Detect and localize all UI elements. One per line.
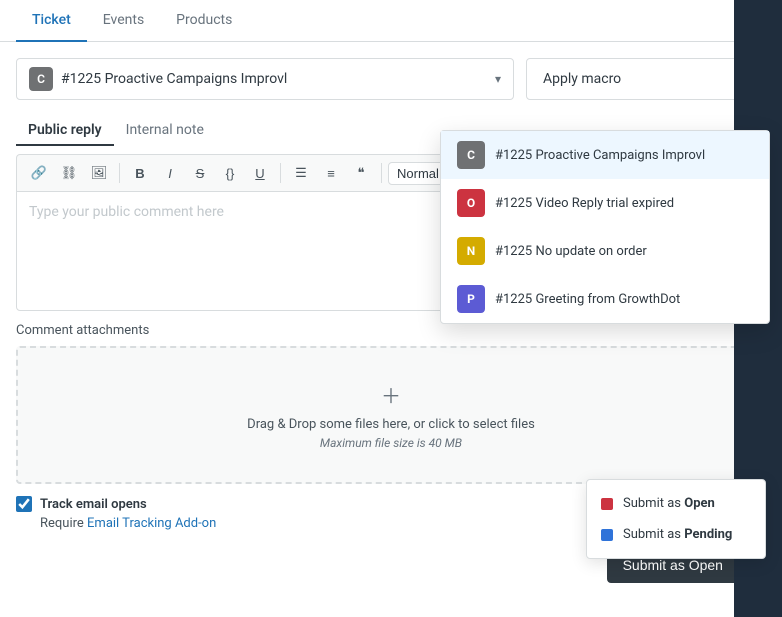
toolbar-separator-3 xyxy=(381,163,382,183)
dd-text-3: #1225 No update on order xyxy=(495,244,647,259)
underline-icon[interactable]: U xyxy=(246,159,274,187)
dd-text-4: #1225 Greeting from GrowthDot xyxy=(495,292,680,307)
open-status-dot xyxy=(601,498,613,510)
italic-icon[interactable]: I xyxy=(156,159,184,187)
drop-subtext: Maximum file size is 40 MB xyxy=(34,436,748,450)
dd-avatar-4: P xyxy=(457,285,485,313)
reply-tab-internal[interactable]: Internal note xyxy=(114,116,216,146)
toolbar-separator-2 xyxy=(280,163,281,183)
drop-text: Drag & Drop some files here, or click to… xyxy=(34,417,748,432)
strikethrough-icon[interactable]: S xyxy=(186,159,214,187)
reply-tab-public[interactable]: Public reply xyxy=(16,116,114,146)
ticket-chevron-icon: ▾ xyxy=(495,72,501,86)
submit-dropdown: Submit as Open Submit as Pending xyxy=(586,479,766,559)
code-icon[interactable]: {} xyxy=(216,159,244,187)
ordered-list-icon[interactable]: ≡ xyxy=(317,159,345,187)
submit-option-open[interactable]: Submit as Open xyxy=(587,488,765,519)
submit-option-pending[interactable]: Submit as Pending xyxy=(587,519,765,550)
ticket-avatar: C xyxy=(29,67,53,91)
track-email-checkbox[interactable] xyxy=(16,496,32,512)
dd-avatar-3: N xyxy=(457,237,485,265)
dropdown-item-3[interactable]: N #1225 No update on order xyxy=(441,227,769,275)
track-email-label: Track email opens xyxy=(40,497,147,512)
pending-status-dot xyxy=(601,529,613,541)
editor-placeholder: Type your public comment here xyxy=(29,204,224,220)
unlink-icon[interactable]: ⛓ xyxy=(55,159,83,187)
macro-selector[interactable]: Apply macro ▾ xyxy=(526,58,766,100)
submit-pending-label: Submit as Pending xyxy=(623,527,732,542)
ticket-name: #1225 Proactive Campaigns Improvl xyxy=(61,71,487,87)
tab-events[interactable]: Events xyxy=(87,0,160,42)
main-tabs: Ticket Events Products xyxy=(0,0,782,42)
submit-open-bold: Open xyxy=(684,496,715,511)
submit-open-label: Submit as Open xyxy=(623,496,715,511)
image-icon[interactable]: 🖼 xyxy=(85,159,113,187)
attachments-label: Comment attachments xyxy=(16,323,766,338)
blockquote-icon[interactable]: ❝ xyxy=(347,159,375,187)
dropdown-item-2[interactable]: O #1225 Video Reply trial expired xyxy=(441,179,769,227)
link-icon[interactable]: 🔗 xyxy=(25,159,53,187)
dd-avatar-2: O xyxy=(457,189,485,217)
top-row: C #1225 Proactive Campaigns Improvl ▾ Ap… xyxy=(16,58,766,100)
track-require-text: Require xyxy=(40,516,87,531)
ticket-dropdown: C #1225 Proactive Campaigns Improvl O #1… xyxy=(440,130,770,324)
dropdown-item-1[interactable]: C #1225 Proactive Campaigns Improvl xyxy=(441,131,769,179)
bullet-list-icon[interactable]: ☰ xyxy=(287,159,315,187)
toolbar-separator-1 xyxy=(119,163,120,183)
drop-zone[interactable]: ＋ Drag & Drop some files here, or click … xyxy=(16,346,766,484)
plus-icon: ＋ xyxy=(34,380,748,409)
macro-label: Apply macro xyxy=(543,71,621,87)
ticket-selector[interactable]: C #1225 Proactive Campaigns Improvl ▾ xyxy=(16,58,514,100)
tab-ticket[interactable]: Ticket xyxy=(16,0,87,42)
dd-text-1: #1225 Proactive Campaigns Improvl xyxy=(495,148,705,163)
bold-icon[interactable]: B xyxy=(126,159,154,187)
tab-products[interactable]: Products xyxy=(160,0,248,42)
dd-text-2: #1225 Video Reply trial expired xyxy=(495,196,674,211)
dropdown-item-4[interactable]: P #1225 Greeting from GrowthDot xyxy=(441,275,769,323)
dd-avatar-1: C xyxy=(457,141,485,169)
track-addon-link[interactable]: Email Tracking Add-on xyxy=(87,516,216,531)
submit-pending-bold: Pending xyxy=(684,527,732,542)
